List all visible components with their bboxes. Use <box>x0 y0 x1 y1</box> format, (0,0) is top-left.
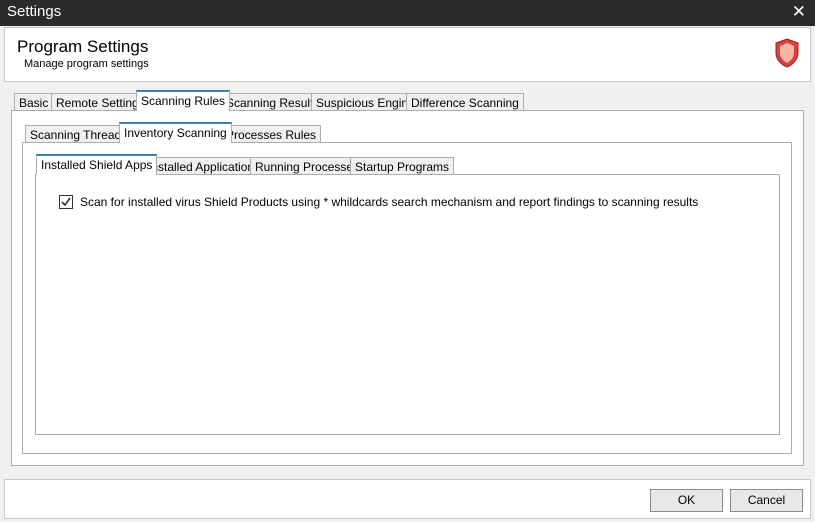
shield-icon <box>775 38 799 68</box>
tab-suspicious-engine[interactable]: Suspicious Engine <box>311 93 420 111</box>
window-title: Settings <box>7 3 62 20</box>
scan-installed-label: Scan for installed virus Shield Products… <box>80 195 699 209</box>
tab-running-processes[interactable]: Running Processes <box>250 157 365 175</box>
scan-installed-checkbox[interactable] <box>59 195 73 209</box>
page-title: Program Settings <box>17 37 149 56</box>
tab-scanning-threads[interactable]: Scanning Threads <box>25 125 133 143</box>
header-panel: Program Settings Manage program settings <box>4 27 811 82</box>
scan-installed-option: Scan for installed virus Shield Products… <box>59 195 698 209</box>
ok-button[interactable]: OK <box>650 489 723 512</box>
tab-scanning-results[interactable]: Scanning Results <box>221 93 325 111</box>
tab-basic[interactable]: Basic <box>14 93 54 111</box>
page-subtitle: Manage program settings <box>24 58 149 70</box>
installed-shield-apps-panel <box>35 174 780 435</box>
tab-inventory-scanning[interactable]: Inventory Scanning <box>119 122 232 143</box>
footer-bar: OK Cancel <box>4 479 811 519</box>
checkmark-icon <box>61 197 71 207</box>
tab-installed-shield-apps[interactable]: Installed Shield Apps <box>36 154 158 175</box>
tab-startup-programs[interactable]: Startup Programs <box>350 157 455 175</box>
tab-installed-applications[interactable]: Installed Applications <box>143 157 266 175</box>
tab-difference-scanning[interactable]: Difference Scanning <box>406 93 524 111</box>
tab-processes-rules[interactable]: Processes Rules <box>221 125 322 143</box>
cancel-button[interactable]: Cancel <box>730 489 803 512</box>
close-icon[interactable]: ✕ <box>792 2 806 22</box>
title-bar: Settings ✕ <box>0 0 815 26</box>
tab-remote-settings[interactable]: Remote Settings <box>51 93 150 111</box>
tab-scanning-rules[interactable]: Scanning Rules <box>136 90 231 111</box>
